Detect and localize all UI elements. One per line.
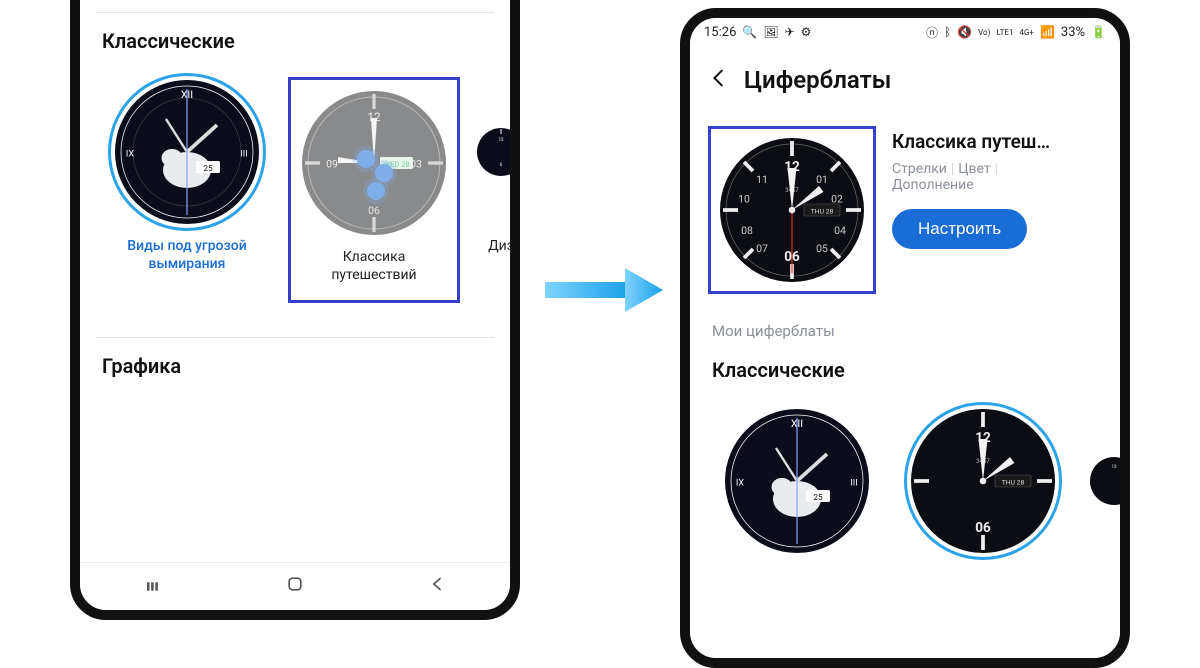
svg-text:06: 06: [975, 520, 991, 536]
status-bar: 15:26 🔍 🖼 ✈ ⚙ ⓝ ᛒ 🔇 Vo) LTE1 4G+ 📶 33% 🔋: [690, 18, 1120, 46]
watch-face-label: Классика путешествий: [299, 248, 449, 284]
watch-face-thumb: XII III IX 25: [112, 77, 262, 227]
divider: [96, 12, 494, 13]
watch-face-thumb: 12 06 3457 THU 28: [908, 406, 1058, 556]
android-nav-bar: [80, 562, 510, 610]
volte-icon: Vo): [978, 28, 990, 37]
svg-text:THU 28: THU 28: [811, 207, 834, 215]
watch-face-info: Классика путеш… Стрелки|Цвет|Дополнение …: [892, 126, 1102, 249]
watch-face-thumb: 12 11 01 02 04 05 06 07 08 10 3457 THU 2…: [717, 135, 867, 285]
nfc-icon: ⓝ: [926, 24, 938, 41]
svg-text:III: III: [240, 150, 247, 160]
phone-side-button: [510, 115, 518, 175]
svg-text:25: 25: [203, 164, 213, 174]
telegram-icon: ✈: [785, 25, 795, 39]
watch-face-subtitle: Стрелки|Цвет|Дополнение: [892, 161, 1102, 193]
screen-left: Мои циферблаты Классические XII III IX: [80, 0, 510, 610]
svg-text:07: 07: [756, 242, 768, 255]
touch-indicator-dot: [367, 182, 385, 200]
section-graphics-title: Графика: [80, 344, 510, 392]
watch-face-thumb: XII III IX 25: [722, 406, 872, 556]
watch-faces-row: XII III IX 25 Виды: [80, 67, 510, 313]
watch-face-title: Классика путеш…: [892, 130, 1102, 153]
watch-face-icon: XII III IX 25: [722, 406, 872, 556]
selected-face-box[interactable]: 12 11 01 02 04 05 06 07 08 10 3457 THU 2…: [708, 126, 876, 294]
battery-icon: 🔋: [1091, 25, 1106, 39]
svg-text:III: III: [850, 479, 857, 489]
customization-option: Дополнение: [892, 177, 974, 193]
phone-side-button: [510, 40, 518, 100]
selected-face-box[interactable]: 12 03 06 09 WED 28: [288, 77, 460, 303]
my-watchfaces-label: Мои циферблаты: [690, 312, 1120, 348]
section-classic-title: Классические: [80, 19, 510, 67]
phone-side-button: [1122, 120, 1130, 180]
watch-face-item[interactable]: XII III IX 25: [712, 406, 882, 556]
watch-face-thumb: 12 03 06 09 WED 28: [299, 88, 449, 238]
touch-indicator-dot: [357, 150, 375, 168]
screen-right: 15:26 🔍 🖼 ✈ ⚙ ⓝ ᛒ 🔇 Vo) LTE1 4G+ 📶 33% 🔋: [690, 18, 1120, 658]
svg-text:10: 10: [738, 193, 750, 206]
watch-face-item[interactable]: 12 06 3457 THU 28: [898, 406, 1068, 556]
lte-icon: LTE1: [996, 28, 1013, 37]
svg-text:05: 05: [816, 242, 828, 255]
svg-text:11: 11: [756, 173, 768, 186]
phone-frame-left: Мои циферблаты Классические XII III IX: [70, 0, 520, 620]
watch-face-label: Диз: [488, 237, 510, 255]
customization-option: Стрелки: [892, 161, 947, 177]
watch-face-item[interactable]: XII III IX 25 Виды: [102, 77, 272, 273]
svg-text:IX: IX: [736, 479, 745, 489]
watch-face-icon: 12 6: [476, 77, 510, 227]
watch-face-item-partial[interactable]: 12 6 Диз: [476, 77, 510, 255]
svg-text:08: 08: [741, 224, 753, 237]
status-time: 15:26: [704, 25, 736, 40]
svg-text:02: 02: [831, 193, 843, 206]
phone-side-button: [1122, 310, 1130, 430]
svg-text:09: 09: [326, 158, 338, 171]
svg-text:XII: XII: [181, 88, 193, 101]
battery-percent: 33%: [1061, 25, 1085, 40]
page-title: Циферблаты: [744, 66, 891, 94]
svg-text:IX: IX: [126, 150, 135, 160]
section-classic-title: Классические: [690, 348, 1120, 396]
configure-button[interactable]: Настроить: [892, 209, 1027, 249]
svg-text:12: 12: [1111, 464, 1117, 470]
svg-text:06: 06: [368, 204, 380, 217]
watch-face-icon: XII III IX 25: [112, 77, 262, 227]
network-icon: 4G+: [1019, 28, 1033, 37]
watch-face-thumb: 12: [1089, 406, 1120, 556]
divider: [96, 337, 494, 338]
customization-option: Цвет: [958, 161, 990, 177]
watch-face-item-partial[interactable]: 12: [1084, 406, 1120, 556]
watch-face-detail: 12 11 01 02 04 05 06 07 08 10 3457 THU 2…: [690, 116, 1120, 312]
gallery-icon: 🖼: [763, 25, 778, 39]
mute-icon: 🔇: [957, 25, 972, 39]
signal-icon: 📶: [1040, 25, 1055, 39]
my-watchfaces-label: Мои циферблаты: [80, 0, 510, 6]
watch-face-icon: 12: [1089, 406, 1120, 556]
svg-text:25: 25: [813, 493, 823, 503]
watch-face-icon: 12 11 01 02 04 05 06 07 08 10 3457 THU 2…: [717, 135, 867, 285]
transition-arrow-icon: [545, 260, 665, 320]
watch-face-icon: 12 06 3457 THU 28: [908, 406, 1058, 556]
settings-icon: ⚙: [801, 25, 812, 39]
svg-text:12: 12: [498, 137, 504, 143]
svg-text:04: 04: [834, 224, 846, 237]
svg-text:THU 28: THU 28: [1002, 478, 1025, 486]
watch-face-label: Виды под угрозой вымирания: [102, 237, 272, 273]
phone-frame-right: 15:26 🔍 🖼 ✈ ⚙ ⓝ ᛒ 🔇 Vo) LTE1 4G+ 📶 33% 🔋: [680, 8, 1130, 668]
back-icon[interactable]: [708, 67, 730, 93]
nav-recents-button[interactable]: [142, 574, 162, 599]
svg-text:12: 12: [975, 430, 991, 446]
watch-faces-row: XII III IX 25: [690, 396, 1120, 566]
touch-indicator-dot: [375, 164, 393, 182]
svg-text:01: 01: [816, 173, 828, 186]
page-header: Циферблаты: [690, 46, 1120, 116]
nav-back-button[interactable]: [428, 574, 448, 599]
watch-face-thumb: 12 6: [476, 77, 510, 227]
search-icon: 🔍: [742, 25, 757, 39]
bluetooth-icon: ᛒ: [944, 25, 951, 39]
nav-home-button[interactable]: [285, 574, 305, 599]
svg-text:3457: 3457: [976, 458, 990, 465]
